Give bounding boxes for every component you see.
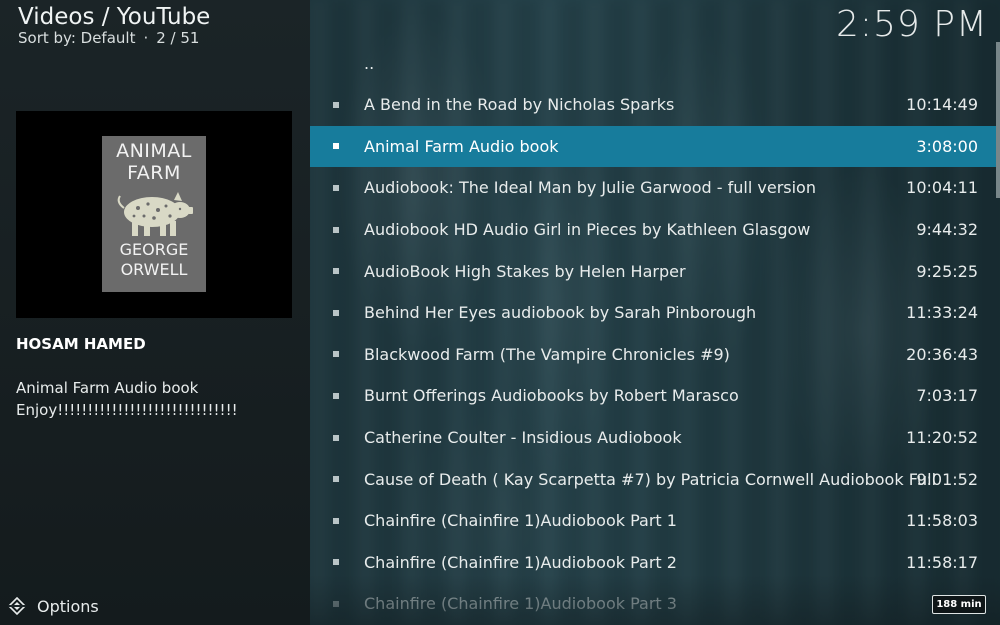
duration-badge: 188 min <box>932 595 986 614</box>
list-item-title: AudioBook High Stakes by Helen Harper <box>364 261 686 281</box>
list-item-title: Cause of Death ( Kay Scarpetta #7) by Pa… <box>364 469 937 489</box>
page-title: Videos / YouTube <box>18 4 211 30</box>
list-item[interactable]: Catherine Coulter - Insidious Audiobook … <box>310 417 996 459</box>
list-item[interactable]: Blackwood Farm (The Vampire Chronicles #… <box>310 334 996 376</box>
bullet-icon <box>333 351 339 358</box>
bullet-icon <box>333 143 339 150</box>
list-item[interactable]: Audiobook HD Audio Girl in Pieces by Kat… <box>310 209 996 251</box>
list-item-duration: 20:36:43 <box>906 344 978 364</box>
options-icon <box>8 597 26 615</box>
sort-button[interactable]: Sort by: Default <box>18 29 135 47</box>
cover-title: ANIMAL FARM <box>102 140 206 184</box>
list-item-title: Audiobook HD Audio Girl in Pieces by Kat… <box>364 220 811 240</box>
list-item[interactable]: Burnt Offerings Audiobooks by Robert Mar… <box>310 375 996 417</box>
list-item-duration: 9:01:52 <box>916 469 978 489</box>
bullet-icon <box>333 434 339 441</box>
list-item-duration: 9:44:32 <box>916 220 978 240</box>
bullet-icon <box>333 392 339 399</box>
item-position: 2 / 51 <box>156 29 200 47</box>
list-item-duration: 10:14:49 <box>906 95 978 115</box>
bullet-icon <box>333 476 339 483</box>
bullet-icon <box>333 559 339 566</box>
list-item[interactable]: Audiobook: The Ideal Man by Julie Garwoo… <box>310 167 996 209</box>
list-item-duration: 3:08:00 <box>916 136 978 156</box>
bullet-icon <box>333 101 339 108</box>
cover-title-line2: FARM <box>127 162 181 184</box>
sort-info: Sort by: Default · 2 / 51 <box>18 29 199 47</box>
bullet-icon <box>333 517 339 524</box>
list-item-duration: 9:25:25 <box>916 261 978 281</box>
list-item-selected[interactable]: Animal Farm Audio book 3:08:00 <box>310 125 996 168</box>
list-item[interactable]: Cause of Death ( Kay Scarpetta #7) by Pa… <box>310 458 996 500</box>
bullet-icon <box>333 268 339 275</box>
list-item[interactable]: Chainfire (Chainfire 1)Audiobook Part 3 <box>310 583 996 625</box>
list-item-duration: 11:58:03 <box>906 511 978 531</box>
bullet-icon <box>333 600 339 607</box>
description-line1: Animal Farm Audio book <box>16 379 199 397</box>
separator: · <box>143 29 149 47</box>
scrollbar[interactable] <box>996 42 1000 198</box>
cover-title-line1: ANIMAL <box>116 140 192 162</box>
bullet-icon <box>333 309 339 316</box>
options-label: Options <box>37 596 99 616</box>
description-line2: Enjoy!!!!!!!!!!!!!!!!!!!!!!!!!!!!!! <box>16 401 238 419</box>
pig-icon <box>117 192 193 236</box>
list-item-duration: 11:58:17 <box>906 552 978 572</box>
list-item[interactable]: Chainfire (Chainfire 1)Audiobook Part 1 … <box>310 500 996 542</box>
cover-author-line2: ORWELL <box>120 260 188 279</box>
options-button[interactable]: Options <box>8 594 99 618</box>
list-item-duration: 11:20:52 <box>906 428 978 448</box>
channel-name: HOSAM HAMED <box>16 335 146 353</box>
video-description: Animal Farm Audio book Enjoy!!!!!!!!!!!!… <box>16 377 296 421</box>
list-item-duration: 10:04:11 <box>906 178 978 198</box>
list-item-title: Animal Farm Audio book <box>364 136 559 156</box>
list-item-duration: 11:33:24 <box>906 303 978 323</box>
parent-folder-label: .. <box>364 53 375 73</box>
list-item-title: Behind Her Eyes audiobook by Sarah Pinbo… <box>364 303 757 323</box>
video-list: .. A Bend in the Road by Nicholas Sparks… <box>310 42 996 625</box>
list-item[interactable]: AudioBook High Stakes by Helen Harper 9:… <box>310 250 996 292</box>
list-item-title: Catherine Coulter - Insidious Audiobook <box>364 428 682 448</box>
bullet-icon <box>333 226 339 233</box>
list-item[interactable]: Behind Her Eyes audiobook by Sarah Pinbo… <box>310 292 996 334</box>
book-cover: ANIMAL FARM GEORGE ORWELL <box>102 136 206 292</box>
list-item-title: Audiobook: The Ideal Man by Julie Garwoo… <box>364 178 816 198</box>
clock: 2:59 PM <box>835 4 988 45</box>
list-item-title: A Bend in the Road by Nicholas Sparks <box>364 95 675 115</box>
cover-author-line1: GEORGE <box>119 240 189 259</box>
cover-author: GEORGE ORWELL <box>102 240 206 280</box>
list-item-title: Chainfire (Chainfire 1)Audiobook Part 2 <box>364 552 677 572</box>
list-item[interactable]: Chainfire (Chainfire 1)Audiobook Part 2 … <box>310 542 996 584</box>
list-item[interactable]: A Bend in the Road by Nicholas Sparks 10… <box>310 84 996 126</box>
bullet-icon <box>333 184 339 191</box>
list-item-duration: 7:03:17 <box>916 386 978 406</box>
list-item-title: Blackwood Farm (The Vampire Chronicles #… <box>364 344 730 364</box>
list-item-title: Chainfire (Chainfire 1)Audiobook Part 3 <box>364 594 677 614</box>
thumbnail: ANIMAL FARM GEORGE ORWELL <box>16 111 292 318</box>
list-item-title: Chainfire (Chainfire 1)Audiobook Part 1 <box>364 511 677 531</box>
list-item-title: Burnt Offerings Audiobooks by Robert Mar… <box>364 386 739 406</box>
parent-folder-item[interactable]: .. <box>310 42 996 84</box>
